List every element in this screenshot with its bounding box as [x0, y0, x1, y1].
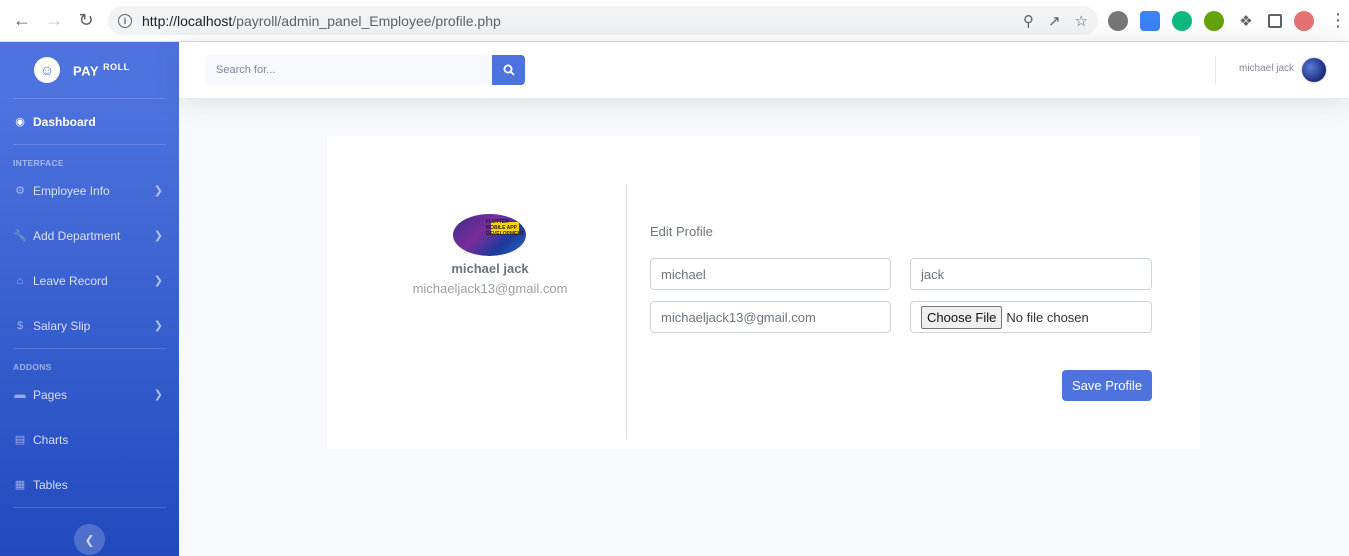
- chevron-right-icon: ❯: [153, 230, 163, 242]
- file-input[interactable]: Choose File No file chosen: [910, 301, 1152, 333]
- sidebar-divider: [13, 348, 166, 349]
- topbar-divider: [1215, 56, 1216, 84]
- sidebar-item-label: Tables: [33, 477, 68, 492]
- sidebar-divider: [13, 144, 166, 145]
- sidebar-item-label: Pages: [33, 387, 68, 402]
- sidebar-item-dashboard[interactable]: ◉ Dashboard: [0, 99, 179, 144]
- sidebar-item-leave-record[interactable]: ⌂ Leave Record ❯: [0, 258, 179, 303]
- sidebar-item-employee-info[interactable]: ⚙ Employee Info ❯: [0, 168, 179, 213]
- chevron-right-icon: ❯: [153, 185, 163, 197]
- sidebar-item-charts[interactable]: ▤ Charts: [0, 417, 179, 462]
- first-name-field[interactable]: michael: [650, 258, 891, 290]
- sidebar-item-tables[interactable]: ▦ Tables: [0, 462, 179, 507]
- profile-email: michaeljack13@gmail.com: [412, 281, 568, 296]
- save-profile-button[interactable]: Save Profile: [1062, 370, 1152, 401]
- sidebar-divider: [13, 507, 166, 508]
- search-icon: [503, 64, 515, 76]
- chevron-right-icon: ❯: [153, 320, 163, 332]
- column-divider: [626, 184, 627, 439]
- chevron-left-icon: ❮: [84, 532, 95, 547]
- side-panel-icon[interactable]: [1268, 14, 1282, 28]
- puzzle-icon[interactable]: ❖: [1236, 11, 1256, 31]
- sidebar-heading-interface: INTERFACE: [13, 158, 64, 168]
- chart-area-icon: ▤: [14, 434, 26, 446]
- extension-bulb-icon[interactable]: [1204, 11, 1224, 31]
- chevron-right-icon: ❯: [153, 389, 163, 401]
- share-icon[interactable]: ↗: [1048, 12, 1061, 30]
- sidebar-item-label: Add Department: [33, 228, 121, 243]
- extension-circle-icon[interactable]: [1108, 11, 1128, 31]
- sidebar: ☺ PAY ROLL ◉ Dashboard INTERFACE ⚙ Employ…: [0, 42, 179, 556]
- sidebar-item-add-department[interactable]: 🔧 Add Department ❯: [0, 213, 179, 258]
- search-input[interactable]: Search for...: [205, 55, 492, 85]
- chevron-right-icon: ❯: [153, 275, 163, 287]
- search-button[interactable]: [492, 55, 525, 85]
- forward-icon[interactable]: →: [38, 5, 70, 37]
- tachometer-icon: ◉: [15, 116, 25, 128]
- profile-name: michael jack: [451, 261, 529, 276]
- reload-icon[interactable]: ↻: [70, 5, 102, 37]
- user-avatar[interactable]: [1301, 57, 1327, 83]
- extension-download-icon[interactable]: [1140, 11, 1160, 31]
- user-name[interactable]: michael jack: [1239, 63, 1294, 74]
- email-field[interactable]: michaeljack13@gmail.com: [650, 301, 891, 333]
- sidebar-item-pages[interactable]: ▬ Pages ❯: [0, 372, 179, 417]
- profile-card: FLUTTER MOBILE APP DEVELOPMENT michael j…: [327, 136, 1200, 449]
- url-text: http://localhost/payroll/admin_panel_Emp…: [142, 12, 501, 29]
- sidebar-item-label: Leave Record: [33, 273, 108, 288]
- sidebar-item-label: Dashboard: [33, 114, 96, 129]
- profile-avatar-icon[interactable]: [1294, 11, 1314, 31]
- brand-name: PAY: [73, 63, 100, 79]
- address-bar[interactable]: i http://localhost/payroll/admin_panel_E…: [108, 6, 1098, 35]
- home-icon: ⌂: [16, 274, 24, 287]
- sidebar-item-label: Salary Slip: [33, 318, 91, 333]
- menu-kebab-icon[interactable]: ⋮: [1329, 10, 1347, 31]
- sidebar-heading-addons: ADDONS: [13, 362, 52, 372]
- choose-file-button[interactable]: Choose File: [921, 305, 1003, 329]
- last-name-field[interactable]: jack: [910, 258, 1152, 290]
- back-icon[interactable]: ←: [6, 5, 38, 37]
- table-icon: ▦: [14, 479, 26, 491]
- profile-image: FLUTTER MOBILE APP DEVELOPMENT: [453, 214, 526, 256]
- zoom-icon[interactable]: ⚲: [1023, 12, 1034, 30]
- profile-image-caption: FLUTTER MOBILE APP DEVELOPMENT: [485, 219, 525, 237]
- folder-icon: ▬: [14, 388, 26, 401]
- sidebar-item-label: Employee Info: [33, 183, 110, 198]
- edit-profile-title: Edit Profile: [650, 224, 713, 239]
- sidebar-item-label: Charts: [33, 432, 69, 447]
- gear-icon: ⚙: [15, 185, 25, 197]
- brand-sup: ROLL: [103, 61, 130, 72]
- browser-toolbar: ← → ↻ i http://localhost/payroll/admin_p…: [0, 0, 1349, 42]
- sidebar-toggle-button[interactable]: ❮: [74, 524, 105, 555]
- brand[interactable]: ☺ PAY ROLL: [0, 42, 179, 98]
- brand-smile-icon: ☺: [34, 57, 60, 83]
- file-status: No file chosen: [1006, 309, 1089, 325]
- wrench-icon: 🔧: [13, 230, 27, 242]
- dollar-icon: $: [16, 319, 24, 332]
- extension-refresh-icon[interactable]: [1172, 11, 1192, 31]
- topbar: Search for... michael jack: [179, 42, 1349, 98]
- bookmark-star-icon[interactable]: ☆: [1075, 12, 1088, 30]
- sidebar-item-salary-slip[interactable]: $ Salary Slip ❯: [0, 303, 179, 348]
- site-info-icon[interactable]: i: [118, 13, 132, 28]
